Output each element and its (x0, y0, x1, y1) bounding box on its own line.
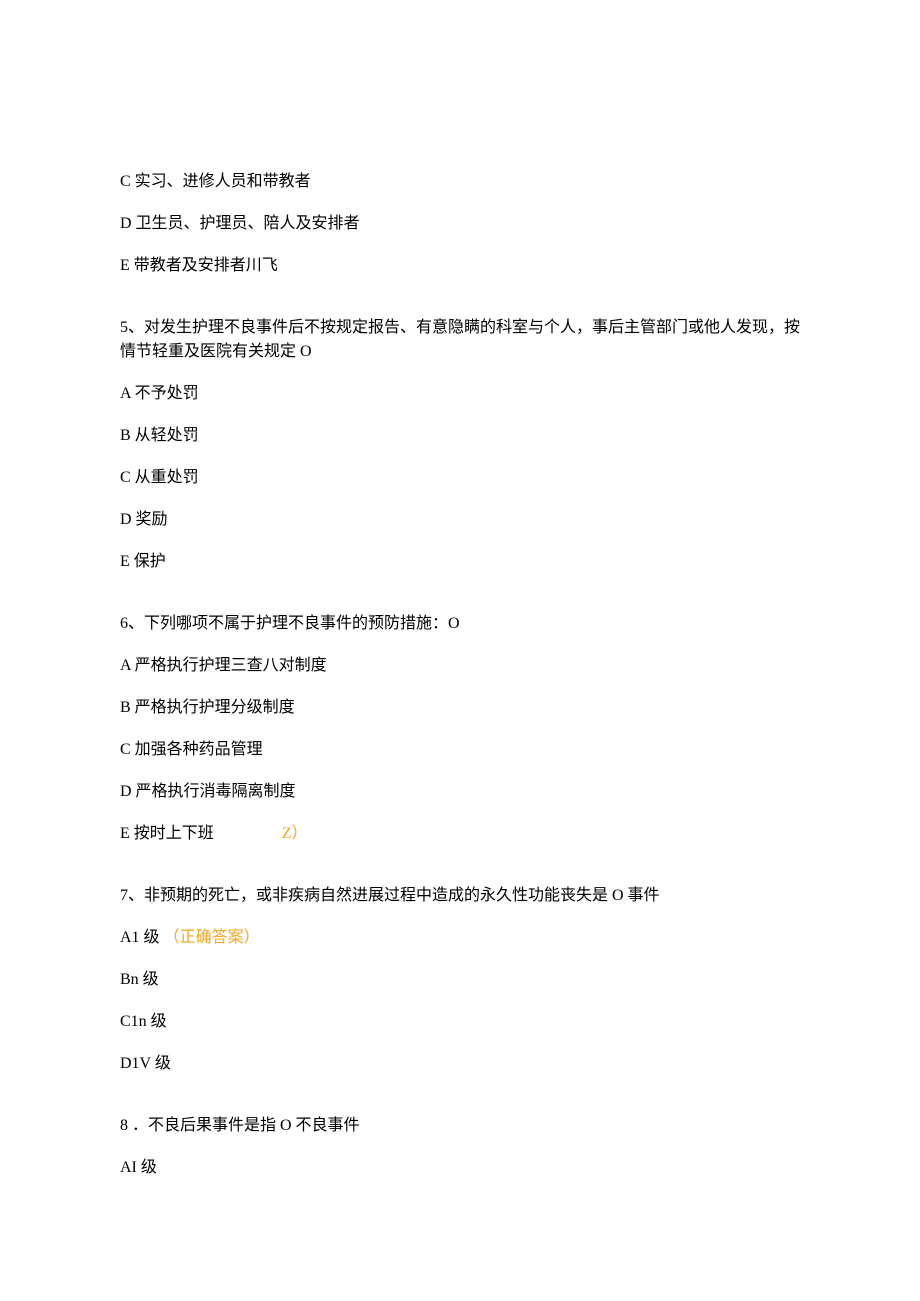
q4-option-d: D 卫生员、护理员、陪人及安排者 (120, 212, 800, 236)
q5-option-c: C 从重处罚 (120, 466, 800, 490)
q6-option-e: E 按时上下班 Z） (120, 822, 800, 846)
document-page: C 实习、进修人员和带教者 D 卫生员、护理员、陪人及安排者 E 带教者及安排者… (0, 0, 920, 1301)
q6-option-a-text: A 严格执行护理三查八对制度 (120, 657, 327, 674)
q5-option-e-text: E 保护 (120, 553, 166, 570)
q6-option-d: D 严格执行消毒隔离制度 (120, 780, 800, 804)
q7-option-b: Bn 级 (120, 968, 800, 992)
q7-option-b-text: Bn 级 (120, 971, 159, 988)
q6-option-b-text: B 严格执行护理分级制度 (120, 699, 295, 716)
q7-stem-text: 7、非预期的死亡，或非疾病自然进展过程中造成的永久性功能丧失是 O 事件 (120, 887, 660, 904)
q6-option-d-text: D 严格执行消毒隔离制度 (120, 783, 296, 800)
q5-option-c-text: C 从重处罚 (120, 469, 199, 486)
q4-option-c: C 实习、进修人员和带教者 (120, 170, 800, 194)
q8-stem: 8 ．不良后果事件是指 O 不良事件 (120, 1114, 800, 1138)
q6-option-e-text: E 按时上下班 (120, 825, 214, 842)
q7-option-c-text: C1n 级 (120, 1013, 167, 1030)
q5-option-e: E 保护 (120, 550, 800, 574)
q8-option-a-text: AI 级 (120, 1159, 157, 1176)
q6-stem-text: 6、下列哪项不属于护理不良事件的预防措施：O (120, 615, 460, 632)
q7-option-c: C1n 级 (120, 1010, 800, 1034)
q7-option-a: A1 级 （正确答案） (120, 926, 800, 950)
q7-option-a-correct-mark: （正确答案） (164, 929, 260, 946)
q5-option-b-text: B 从轻处罚 (120, 427, 199, 444)
q8-stem-text: 8 ．不良后果事件是指 O 不良事件 (120, 1117, 360, 1134)
q5-option-a: A 不予处罚 (120, 382, 800, 406)
q6-option-c: C 加强各种药品管理 (120, 738, 800, 762)
q5-option-b: B 从轻处罚 (120, 424, 800, 448)
q5-option-a-text: A 不予处罚 (120, 385, 199, 402)
q6-option-a: A 严格执行护理三查八对制度 (120, 654, 800, 678)
q8-option-a: AI 级 (120, 1156, 800, 1180)
q4-option-e-text: E 带教者及安排者川飞 (120, 257, 278, 274)
q6-stem: 6、下列哪项不属于护理不良事件的预防措施：O (120, 612, 800, 636)
q7-option-d: D1V 级 (120, 1052, 800, 1076)
q7-stem: 7、非预期的死亡，或非疾病自然进展过程中造成的永久性功能丧失是 O 事件 (120, 884, 800, 908)
q5-option-d-text: D 奖励 (120, 511, 168, 528)
q5-stem-text: 5、对发生护理不良事件后不按规定报告、有意隐瞒的科室与个人，事后主管部门或他人发… (120, 319, 800, 360)
q5-stem: 5、对发生护理不良事件后不按规定报告、有意隐瞒的科室与个人，事后主管部门或他人发… (120, 316, 800, 364)
q6-option-e-mark: Z） (282, 825, 308, 842)
q7-option-d-text: D1V 级 (120, 1055, 171, 1072)
q4-option-e: E 带教者及安排者川飞 (120, 254, 800, 278)
q6-option-c-text: C 加强各种药品管理 (120, 741, 263, 758)
q6-option-b: B 严格执行护理分级制度 (120, 696, 800, 720)
q4-option-c-text: C 实习、进修人员和带教者 (120, 173, 311, 190)
q7-option-a-text: A1 级 (120, 929, 160, 946)
q4-option-d-text: D 卫生员、护理员、陪人及安排者 (120, 215, 360, 232)
q5-option-d: D 奖励 (120, 508, 800, 532)
